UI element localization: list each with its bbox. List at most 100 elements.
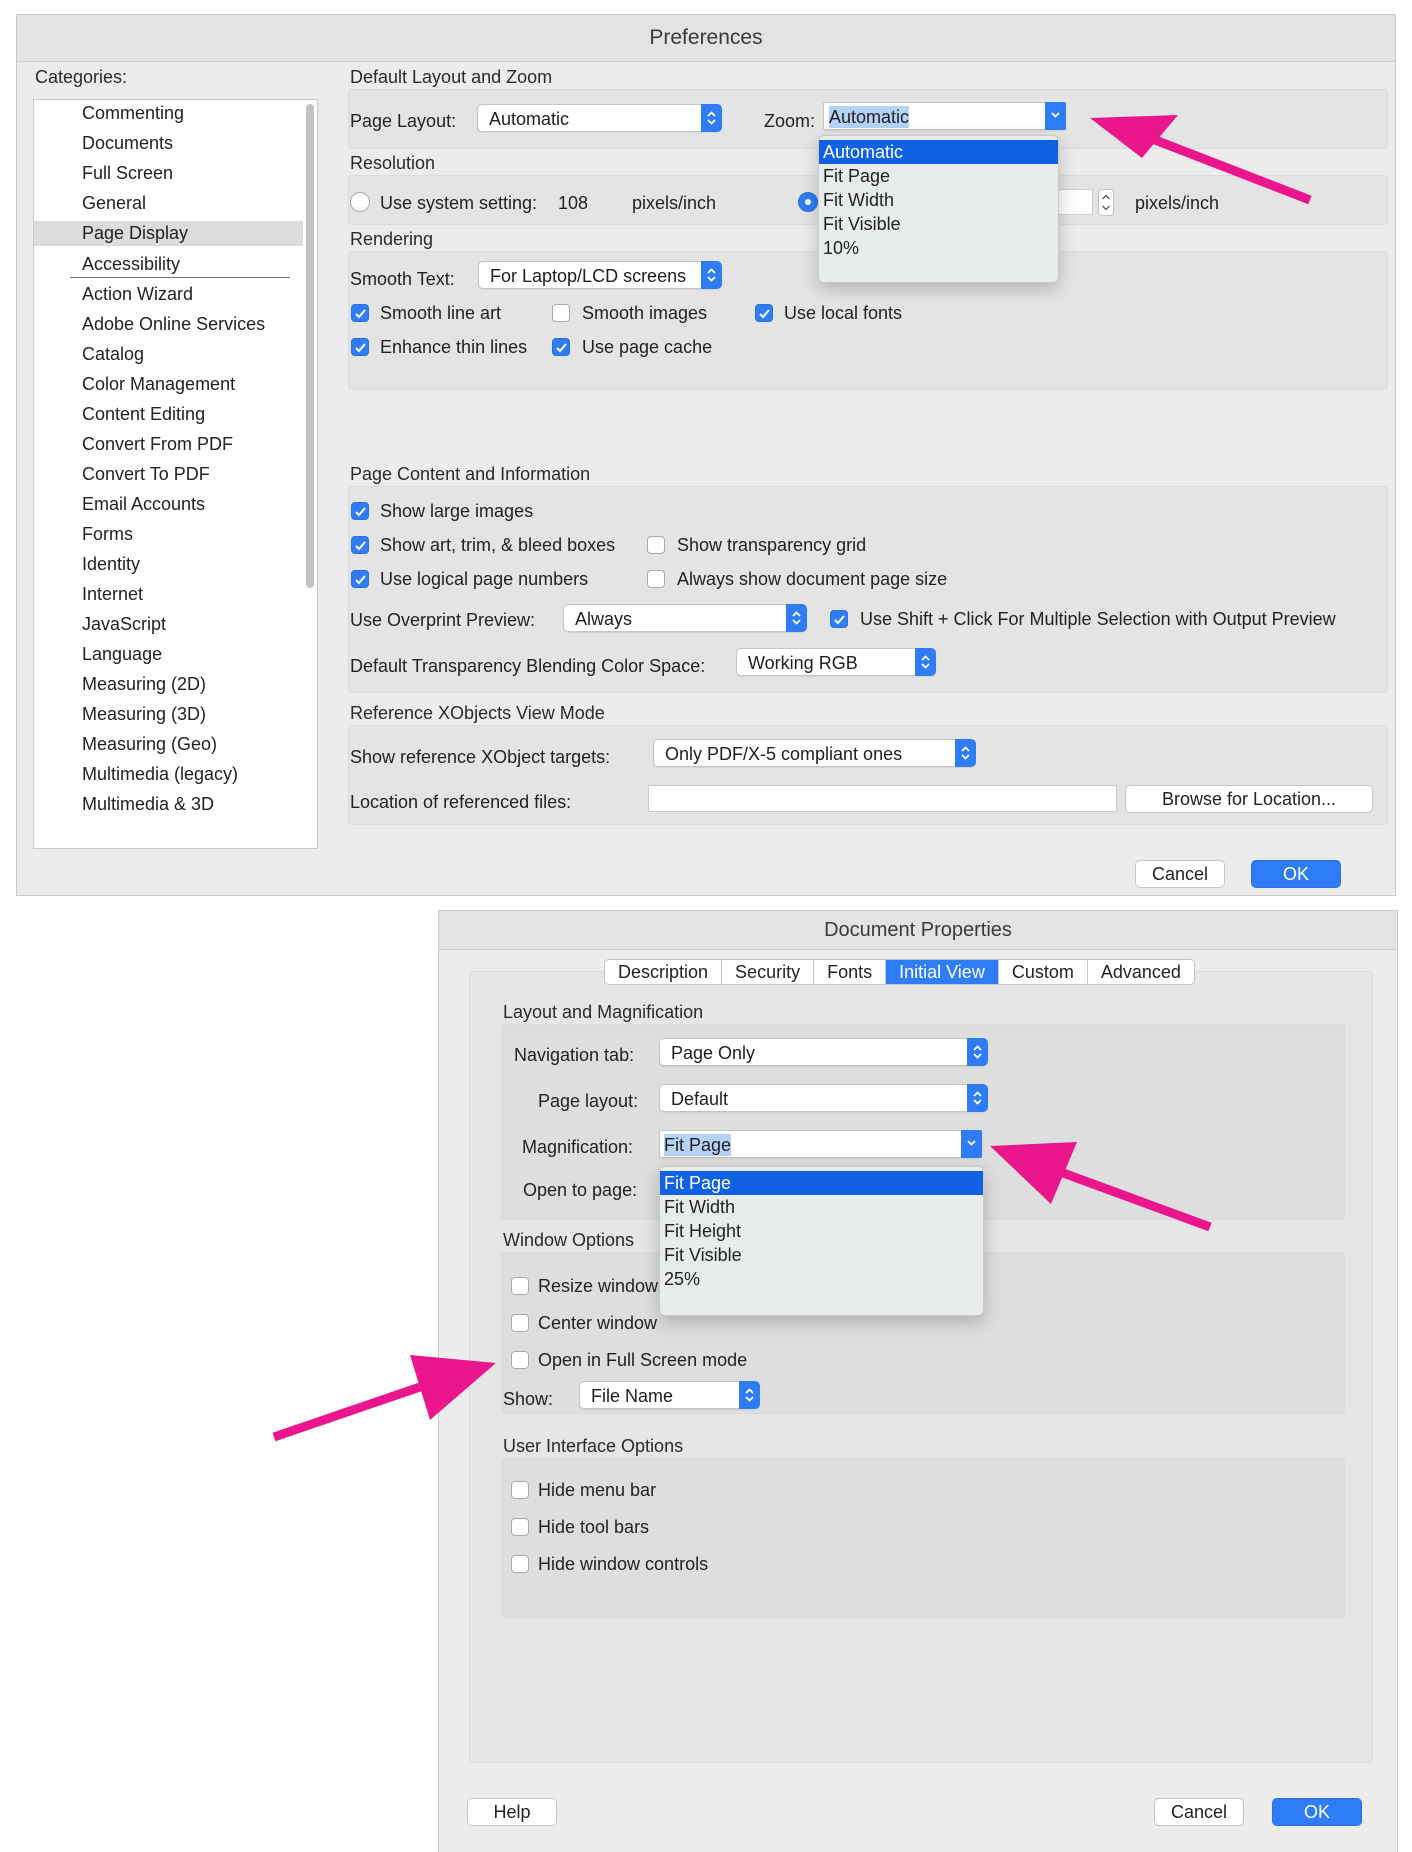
magnification-option[interactable]: Fit Width [660,1195,983,1219]
zoom-combobox[interactable]: Automatic [823,102,1066,130]
shift-click-checkbox[interactable] [830,610,848,628]
use-local-fonts-label: Use local fonts [784,303,903,323]
window-title: Preferences [17,15,1395,62]
sidebar-item[interactable]: Color Management [34,372,303,397]
sidebar-item[interactable]: Adobe Online Services [34,312,303,337]
sidebar-item[interactable]: Commenting [34,101,303,126]
sidebar-item[interactable]: Catalog [34,342,303,367]
sidebar-item[interactable]: Forms [34,522,303,547]
updown-icon [786,604,807,632]
help-button[interactable]: Help [467,1798,557,1826]
hide-window-controls-checkbox[interactable] [511,1555,529,1573]
show-transparency-grid-label: Show transparency grid [677,535,867,555]
page-layout-popup[interactable]: Default [659,1084,988,1112]
tab[interactable]: Fonts [814,960,887,984]
use-page-cache-checkbox[interactable] [552,338,570,356]
ok-button[interactable]: OK [1272,1798,1362,1826]
cancel-button[interactable]: Cancel [1135,860,1225,888]
xobject-targets-popup[interactable]: Only PDF/X-5 compliant ones [653,739,976,767]
magnification-label: Magnification: [522,1137,634,1157]
custom-resolution-radio[interactable] [798,192,818,212]
smooth-images-checkbox[interactable] [552,304,570,322]
location-input[interactable] [648,785,1117,812]
zoom-option[interactable]: Automatic [819,140,1058,164]
magnification-option[interactable]: Fit Page [660,1171,983,1195]
preferences-window: Preferences Categories: Commenting Docume… [16,14,1396,896]
magnification-option[interactable]: Fit Height [660,1219,983,1243]
magnification-dropdown-menu[interactable]: Fit Page Fit Width Fit Height Fit Visible 25… [659,1166,984,1316]
show-art-boxes-label: Show art, trim, & bleed boxes [380,535,616,555]
chevron-down-icon[interactable] [1045,102,1066,130]
sidebar-item[interactable]: Accessibility [34,252,303,277]
sidebar-item[interactable]: Convert To PDF [34,462,303,487]
logical-page-numbers-checkbox[interactable] [351,570,369,588]
tab[interactable]: Initial View [886,960,999,984]
sidebar-item[interactable]: JavaScript [34,612,303,637]
enhance-thin-lines-checkbox[interactable] [351,338,369,356]
zoom-option[interactable]: 10% [819,236,1058,260]
show-art-boxes-checkbox[interactable] [351,536,369,554]
page-layout-label: Page Layout: [350,111,457,131]
show-large-images-checkbox[interactable] [351,502,369,520]
section-rendering: Rendering [350,229,434,249]
sidebar-item[interactable]: Multimedia (legacy) [34,762,303,787]
smooth-line-art-checkbox[interactable] [351,304,369,322]
updown-icon [915,648,936,676]
sidebar-item[interactable]: Multimedia & 3D [34,792,303,817]
center-window-checkbox[interactable] [511,1314,529,1332]
blending-popup[interactable]: Working RGB [736,648,936,676]
sidebar-item[interactable]: Full Screen [34,161,303,186]
sidebar-item[interactable]: Convert From PDF [34,432,303,457]
hide-tool-bars-checkbox[interactable] [511,1518,529,1536]
sidebar-item[interactable]: Identity [34,552,303,577]
navigation-tab-popup[interactable]: Page Only [659,1038,988,1066]
zoom-option[interactable]: Fit Visible [819,212,1058,236]
always-show-page-size-checkbox[interactable] [647,570,665,588]
zoom-dropdown-menu[interactable]: Automatic Fit Page Fit Width Fit Visible 10% [818,135,1059,283]
hide-menu-bar-checkbox[interactable] [511,1481,529,1499]
magnification-value[interactable]: Fit Page [664,1134,732,1156]
resolution-stepper[interactable] [1098,189,1114,216]
sidebar-item[interactable]: Content Editing [34,402,303,427]
zoom-option[interactable]: Fit Page [819,164,1058,188]
tab[interactable]: Description [605,960,723,984]
system-setting-radio[interactable] [350,192,370,212]
browse-location-button[interactable]: Browse for Location... [1125,785,1373,813]
sidebar-item[interactable]: Language [34,642,303,667]
resize-window-checkbox[interactable] [511,1277,529,1295]
always-show-page-size-label: Always show document page size [677,569,948,589]
xobject-targets-value: Only PDF/X-5 compliant ones [665,744,903,764]
sidebar-item[interactable]: Measuring (Geo) [34,732,303,757]
page-layout-popup[interactable]: Automatic [477,104,722,132]
magnification-option[interactable]: Fit Visible [660,1243,983,1267]
chevron-down-icon[interactable] [961,1130,982,1158]
zoom-option[interactable]: Fit Width [819,188,1058,212]
sidebar-item[interactable]: Page Display [34,221,303,246]
overprint-popup[interactable]: Always [563,604,807,632]
magnification-option[interactable]: 25% [660,1267,983,1291]
smooth-text-popup[interactable]: For Laptop/LCD screens [478,261,722,289]
tab[interactable]: Security [722,960,815,984]
zoom-value[interactable]: Automatic [829,106,910,128]
cancel-button[interactable]: Cancel [1154,1798,1244,1826]
tab[interactable]: Advanced [1088,960,1194,984]
full-screen-checkbox[interactable] [511,1351,529,1369]
use-local-fonts-checkbox[interactable] [755,304,773,322]
sidebar-item[interactable]: Measuring (3D) [34,702,303,727]
updown-icon [955,739,976,767]
tab[interactable]: Custom [999,960,1088,984]
show-popup[interactable]: File Name [579,1381,760,1409]
sidebar-item[interactable]: Measuring (2D) [34,672,303,697]
document-properties-window: Document Properties Description Security F… [438,910,1398,1852]
magnification-combobox[interactable]: Fit Page [659,1130,982,1158]
system-setting-label: Use system setting: [380,193,538,213]
categories-list[interactable]: Commenting Documents Full Screen General Pag… [33,99,318,849]
list-scrollbar[interactable] [306,104,314,588]
sidebar-item[interactable]: Email Accounts [34,492,303,517]
sidebar-item[interactable]: Internet [34,582,303,607]
sidebar-item[interactable]: Documents [34,131,303,156]
sidebar-item[interactable]: General [34,191,303,216]
sidebar-item[interactable]: Action Wizard [34,282,303,307]
ok-button[interactable]: OK [1251,860,1341,888]
show-transparency-grid-checkbox[interactable] [647,536,665,554]
